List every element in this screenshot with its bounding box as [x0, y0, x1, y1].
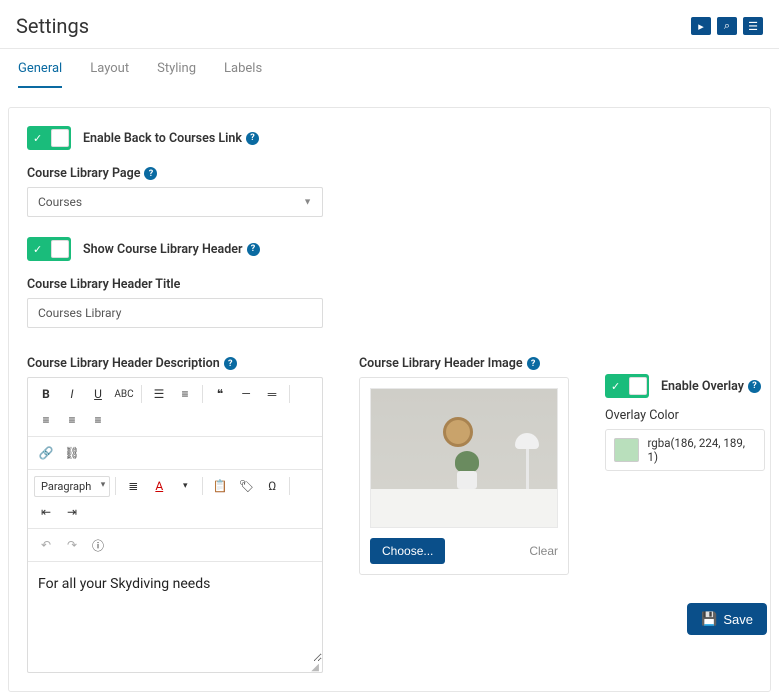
text-color-caret[interactable]: ▾	[173, 474, 197, 498]
indent-button[interactable]: ⇥	[60, 500, 84, 524]
bold-button[interactable]: B	[34, 382, 58, 406]
clear-image-button[interactable]: Clear	[529, 544, 558, 558]
header-title-label: Course Library Header Title	[27, 277, 180, 292]
line-button[interactable]: ═	[260, 382, 284, 406]
unlink-button[interactable]: ⛓	[60, 441, 84, 465]
bullet-list-button[interactable]: ☰	[147, 382, 171, 406]
page-header: Settings ▸ ⌕ ☰	[0, 0, 779, 48]
text-color-button[interactable]: A	[147, 474, 171, 498]
video-icon[interactable]: ▸	[691, 17, 711, 35]
link-button[interactable]: 🔗	[34, 441, 58, 465]
hr-button[interactable]: —	[234, 382, 258, 406]
omega-button[interactable]: Ω	[260, 474, 284, 498]
header-actions: ▸ ⌕ ☰	[691, 17, 763, 35]
number-list-button[interactable]: ≡	[173, 382, 197, 406]
overlay-color-value: rgba(186, 224, 189, 1)	[647, 436, 756, 464]
help-icon[interactable]: ?	[748, 380, 761, 393]
library-page-value: Courses	[38, 195, 82, 209]
underline-button[interactable]: U	[86, 382, 110, 406]
help-icon[interactable]: ?	[247, 243, 260, 256]
overlay-toggle[interactable]: ✓	[605, 374, 649, 398]
search-icon[interactable]: ⌕	[717, 17, 737, 35]
help-icon[interactable]: ?	[527, 357, 540, 370]
tag-button[interactable]: 🏷	[234, 474, 258, 498]
header-image-preview	[370, 388, 558, 528]
help-icon[interactable]: ?	[246, 132, 259, 145]
save-button[interactable]: 💾 Save	[687, 603, 767, 635]
show-header-row: ✓ Show Course Library Header ?	[27, 237, 752, 261]
choose-image-button[interactable]: Choose...	[370, 538, 445, 564]
save-icon: 💾	[701, 611, 717, 627]
paragraph-select[interactable]: Paragraph	[34, 476, 110, 497]
tab-general[interactable]: General	[18, 61, 62, 88]
header-image-label: Course Library Header Image	[359, 356, 523, 371]
library-page-select[interactable]: Courses ▼	[27, 187, 323, 217]
help-icon[interactable]: ?	[144, 167, 157, 180]
back-link-label: Enable Back to Courses Link	[83, 131, 242, 146]
tab-labels[interactable]: Labels	[224, 61, 262, 88]
undo-button[interactable]: ↶	[34, 533, 58, 557]
overlay-toggle-label: Enable Overlay	[661, 379, 744, 394]
editor-content[interactable]: For all your Skydiving needs	[28, 562, 322, 662]
overlay-color-swatch	[614, 438, 639, 462]
quote-button[interactable]: ❝	[208, 382, 232, 406]
redo-button[interactable]: ↷	[60, 533, 84, 557]
align-right-button[interactable]: ≡	[86, 408, 110, 432]
italic-button[interactable]: I	[60, 382, 84, 406]
align-left-button[interactable]: ≡	[34, 408, 58, 432]
overlay-color-picker[interactable]: rgba(186, 224, 189, 1)	[605, 429, 765, 471]
overlay-color-label: Overlay Color	[605, 408, 679, 423]
help-icon[interactable]: ?	[224, 357, 237, 370]
editor-help-button[interactable]: ⓘ	[86, 533, 110, 557]
tab-styling[interactable]: Styling	[157, 61, 196, 88]
clear-format-button[interactable]: ≣	[121, 474, 145, 498]
header-image-box: Choose... Clear	[359, 377, 569, 575]
show-header-label: Show Course Library Header	[83, 242, 243, 257]
align-center-button[interactable]: ≡	[60, 408, 84, 432]
header-title-input[interactable]: Courses Library	[27, 298, 323, 328]
back-link-row: ✓ Enable Back to Courses Link ?	[27, 126, 752, 150]
library-page-label: Course Library Page	[27, 166, 140, 181]
editor-resize-handle[interactable]: ◢	[28, 662, 322, 672]
page-title: Settings	[16, 14, 89, 38]
outdent-button[interactable]: ⇤	[34, 500, 58, 524]
header-desc-label: Course Library Header Description	[27, 356, 220, 371]
user-icon[interactable]: ☰	[743, 17, 763, 35]
description-editor: B I U ABC ☰ ≡ ❝ — ═ ≡ ≡ ≡	[27, 377, 323, 673]
settings-panel: ✓ Enable Back to Courses Link ? Course L…	[8, 107, 771, 692]
paste-button[interactable]: 📋	[208, 474, 232, 498]
strike-button[interactable]: ABC	[112, 382, 136, 406]
settings-tabs: General Layout Styling Labels	[0, 49, 779, 89]
chevron-down-icon: ▼	[303, 197, 312, 208]
back-link-toggle[interactable]: ✓	[27, 126, 71, 150]
tab-layout[interactable]: Layout	[90, 61, 129, 88]
show-header-toggle[interactable]: ✓	[27, 237, 71, 261]
